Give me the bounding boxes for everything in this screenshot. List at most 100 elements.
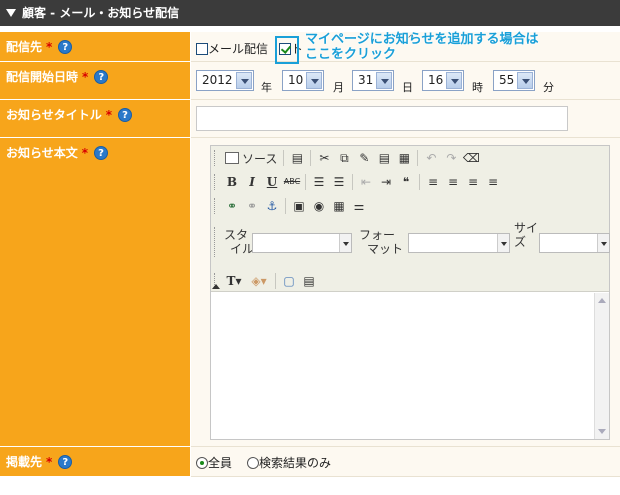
- image-icon[interactable]: ▣: [289, 197, 309, 215]
- anchor-icon[interactable]: ⚓: [262, 197, 282, 215]
- ordered-list-icon[interactable]: ☰: [309, 173, 329, 191]
- toolbar-row-3: ⚭ ⚭ ⚓ ▣ ◉ ▦ ⚌: [211, 195, 369, 217]
- scroll-up-icon[interactable]: [598, 298, 606, 303]
- link-icon[interactable]: ⚭: [222, 197, 242, 215]
- horizontal-rule-icon[interactable]: ⚌: [349, 197, 369, 215]
- size-label: サイズ: [514, 221, 539, 249]
- dropdown-arrow-icon[interactable]: [517, 72, 533, 89]
- day-unit: 日: [402, 81, 413, 94]
- toolbar-row-2: B I U ABC ☰ ☰ ⇤ ⇥ ❝ ≡ ≡ ≡ ≡: [211, 171, 503, 193]
- table-icon[interactable]: ▦: [329, 197, 349, 215]
- copy-icon[interactable]: ⧉: [334, 149, 354, 167]
- toolbar-grip[interactable]: [214, 174, 216, 190]
- maximize-icon[interactable]: ▢: [279, 272, 299, 290]
- target-option-all[interactable]: 全員: [196, 454, 232, 471]
- label-schedule: 配信開始日時 *?: [0, 62, 190, 100]
- align-center-icon[interactable]: ≡: [443, 173, 463, 191]
- notice-title-input[interactable]: [196, 106, 568, 131]
- toolbar-separator: [275, 273, 276, 289]
- hour-select[interactable]: 16: [422, 70, 464, 91]
- day-select[interactable]: 31: [352, 70, 394, 91]
- label-notice-title: お知らせタイトル *?: [0, 100, 190, 138]
- style-label: スタ イル: [224, 228, 255, 256]
- toolbar-grip[interactable]: [214, 198, 216, 214]
- toolbar-row-4: [211, 222, 222, 262]
- indent-icon[interactable]: ⇥: [376, 173, 396, 191]
- required-mark: *: [82, 70, 89, 84]
- dropdown-arrow-icon[interactable]: [446, 72, 462, 89]
- format-combo[interactable]: [408, 233, 510, 253]
- dropdown-arrow-icon[interactable]: [497, 234, 509, 252]
- format-label: フォー マット: [359, 228, 404, 256]
- outdent-icon[interactable]: ⇤: [356, 173, 376, 191]
- target-radio-search[interactable]: [247, 456, 259, 469]
- eraser-icon[interactable]: ⌫: [461, 149, 481, 167]
- unlink-icon[interactable]: ⚭: [242, 197, 262, 215]
- dropdown-arrow-icon[interactable]: [376, 72, 392, 89]
- label-delivery: 配信先 *?: [0, 32, 190, 62]
- blockquote-icon[interactable]: ❝: [396, 173, 416, 191]
- toolbar-separator: [305, 174, 306, 190]
- collapse-triangle-icon[interactable]: [6, 8, 16, 17]
- callout-annotation: マイページにお知らせを追加する場合は ここをクリック: [305, 32, 539, 62]
- text-color-icon[interactable]: T▾: [222, 272, 246, 290]
- help-icon[interactable]: ?: [118, 107, 133, 122]
- target-option-search[interactable]: 検索結果のみ: [247, 454, 331, 471]
- hour-unit: 時: [472, 81, 483, 94]
- toolbar-separator: [310, 150, 312, 166]
- strike-button[interactable]: ABC: [282, 173, 302, 191]
- year-select[interactable]: 2012: [196, 70, 254, 91]
- align-left-icon[interactable]: ≡: [423, 173, 443, 191]
- bold-button[interactable]: B: [222, 173, 242, 191]
- editor-scrollbar[interactable]: [594, 293, 609, 439]
- mail-delivery-option[interactable]: メール配信: [196, 40, 268, 57]
- target-radio-all[interactable]: [196, 456, 208, 469]
- style-combo[interactable]: [252, 233, 352, 253]
- label-target: 掲載先 *?: [0, 447, 190, 477]
- help-icon[interactable]: ?: [94, 69, 109, 84]
- align-justify-icon[interactable]: ≡: [483, 173, 503, 191]
- minute-unit: 分: [543, 81, 554, 94]
- toolbar-separator: [419, 174, 420, 190]
- editor-content-area[interactable]: [211, 293, 609, 439]
- minute-select[interactable]: 55: [493, 70, 535, 91]
- help-icon[interactable]: ?: [94, 145, 109, 160]
- toolbar-grip[interactable]: [214, 227, 216, 257]
- toolbar-separator: [417, 150, 419, 166]
- underline-button[interactable]: U: [262, 173, 282, 191]
- cut-icon[interactable]: ✂: [314, 149, 334, 167]
- month-select[interactable]: 10: [282, 70, 324, 91]
- italic-button[interactable]: I: [242, 173, 262, 191]
- toolbar-grip[interactable]: [214, 150, 216, 166]
- show-blocks-icon[interactable]: ▤: [299, 272, 319, 290]
- dropdown-arrow-icon[interactable]: [597, 234, 609, 252]
- toolbar-separator: [285, 198, 286, 214]
- background-color-icon[interactable]: ◈▾: [246, 272, 272, 290]
- editor-toolbar: ソース ▤ ✂ ⧉ ✎ ▤ ▦ ↶ ↷ ⌫ B I U ABC ☰ ☰ ⇤ ⇥: [211, 146, 610, 292]
- required-mark: *: [81, 146, 89, 160]
- dropdown-arrow-icon[interactable]: [339, 234, 351, 252]
- flash-icon[interactable]: ◉: [309, 197, 329, 215]
- toolbar-row-1: ソース ▤ ✂ ⧉ ✎ ▤ ▦ ↶ ↷ ⌫: [211, 147, 481, 169]
- help-icon[interactable]: ?: [58, 454, 73, 469]
- section-header: 顧客 - メール・お知らせ配信: [0, 0, 620, 26]
- source-button[interactable]: ソース: [222, 150, 280, 167]
- align-right-icon[interactable]: ≡: [463, 173, 483, 191]
- collapse-toolbar-icon[interactable]: [212, 284, 220, 289]
- mail-delivery-checkbox[interactable]: [196, 42, 208, 55]
- dropdown-arrow-icon[interactable]: [306, 72, 322, 89]
- required-mark: *: [105, 108, 113, 122]
- paste-text-icon[interactable]: ▤: [374, 149, 394, 167]
- toolbar-separator: [283, 150, 285, 166]
- redo-icon[interactable]: ↷: [441, 149, 461, 167]
- size-combo[interactable]: [539, 233, 610, 253]
- value-target: 全員 検索結果のみ: [191, 447, 620, 477]
- scroll-down-icon[interactable]: [598, 429, 606, 434]
- paste-icon[interactable]: ✎: [354, 149, 374, 167]
- undo-icon[interactable]: ↶: [421, 149, 441, 167]
- dropdown-arrow-icon[interactable]: [236, 72, 252, 89]
- new-page-icon[interactable]: ▤: [287, 149, 307, 167]
- paste-word-icon[interactable]: ▦: [394, 149, 414, 167]
- bullet-list-icon[interactable]: ☰: [329, 173, 349, 191]
- help-icon[interactable]: ?: [58, 39, 73, 54]
